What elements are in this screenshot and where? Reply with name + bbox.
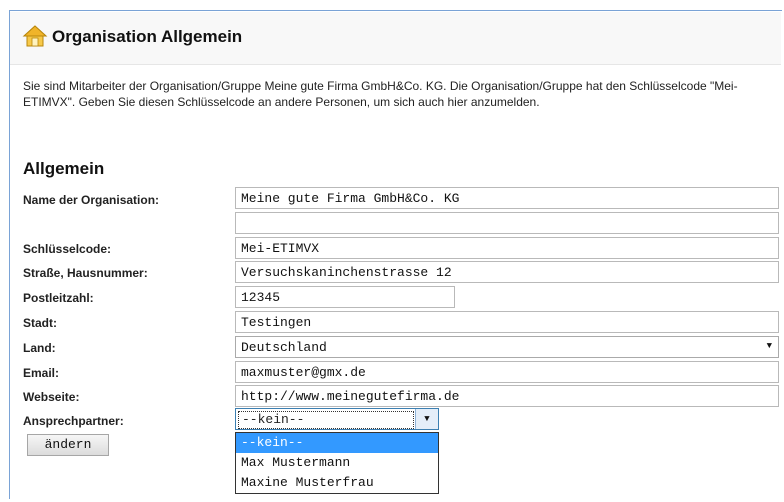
dropdown-option[interactable]: Maxine Musterfrau [236,473,438,493]
label-country: Land: [23,341,56,355]
country-select[interactable]: Deutschland ▼ [235,336,779,358]
country-select-value: Deutschland [241,340,327,355]
submit-button[interactable]: ändern [27,434,109,456]
label-contact: Ansprechpartner: [23,414,124,428]
page-title: Organisation Allgemein [52,27,243,46]
contact-dropdown-list: --kein-- Max Mustermann Maxine Musterfra… [235,432,439,494]
contact-select-value: --kein-- [242,412,305,427]
code-field[interactable]: Mei-ETIMVX [235,237,779,259]
label-city: Stadt: [23,316,57,330]
dropdown-option[interactable]: --kein-- [236,433,438,453]
label-street: Straße, Hausnummer: [23,266,148,280]
label-zip: Postleitzahl: [23,291,94,305]
label-email: Email: [23,366,60,380]
zip-field[interactable]: 12345 [235,286,455,308]
email-field[interactable]: maxmuster@gmx.de [235,361,779,383]
name-field-2[interactable] [235,212,779,234]
label-website: Webseite: [23,390,80,404]
dropdown-option[interactable]: Max Mustermann [236,453,438,473]
intro-text: Sie sind Mitarbeiter der Organisation/Gr… [23,79,738,109]
contact-select[interactable]: --kein-- ▼ [235,408,439,430]
website-field[interactable]: http://www.meinegutefirma.de [235,385,779,407]
city-field[interactable]: Testingen [235,311,779,333]
chevron-down-icon: ▼ [766,341,772,351]
label-name: Name der Organisation: [23,193,160,207]
home-icon [22,25,48,47]
street-field[interactable]: Versuchskaninchenstrasse 12 [235,261,779,283]
section-title: Allgemein [23,159,105,178]
chevron-down-icon[interactable]: ▼ [415,409,438,429]
name-field[interactable]: Meine gute Firma GmbH&Co. KG [235,187,779,209]
label-code: Schlüsselcode: [23,242,112,256]
